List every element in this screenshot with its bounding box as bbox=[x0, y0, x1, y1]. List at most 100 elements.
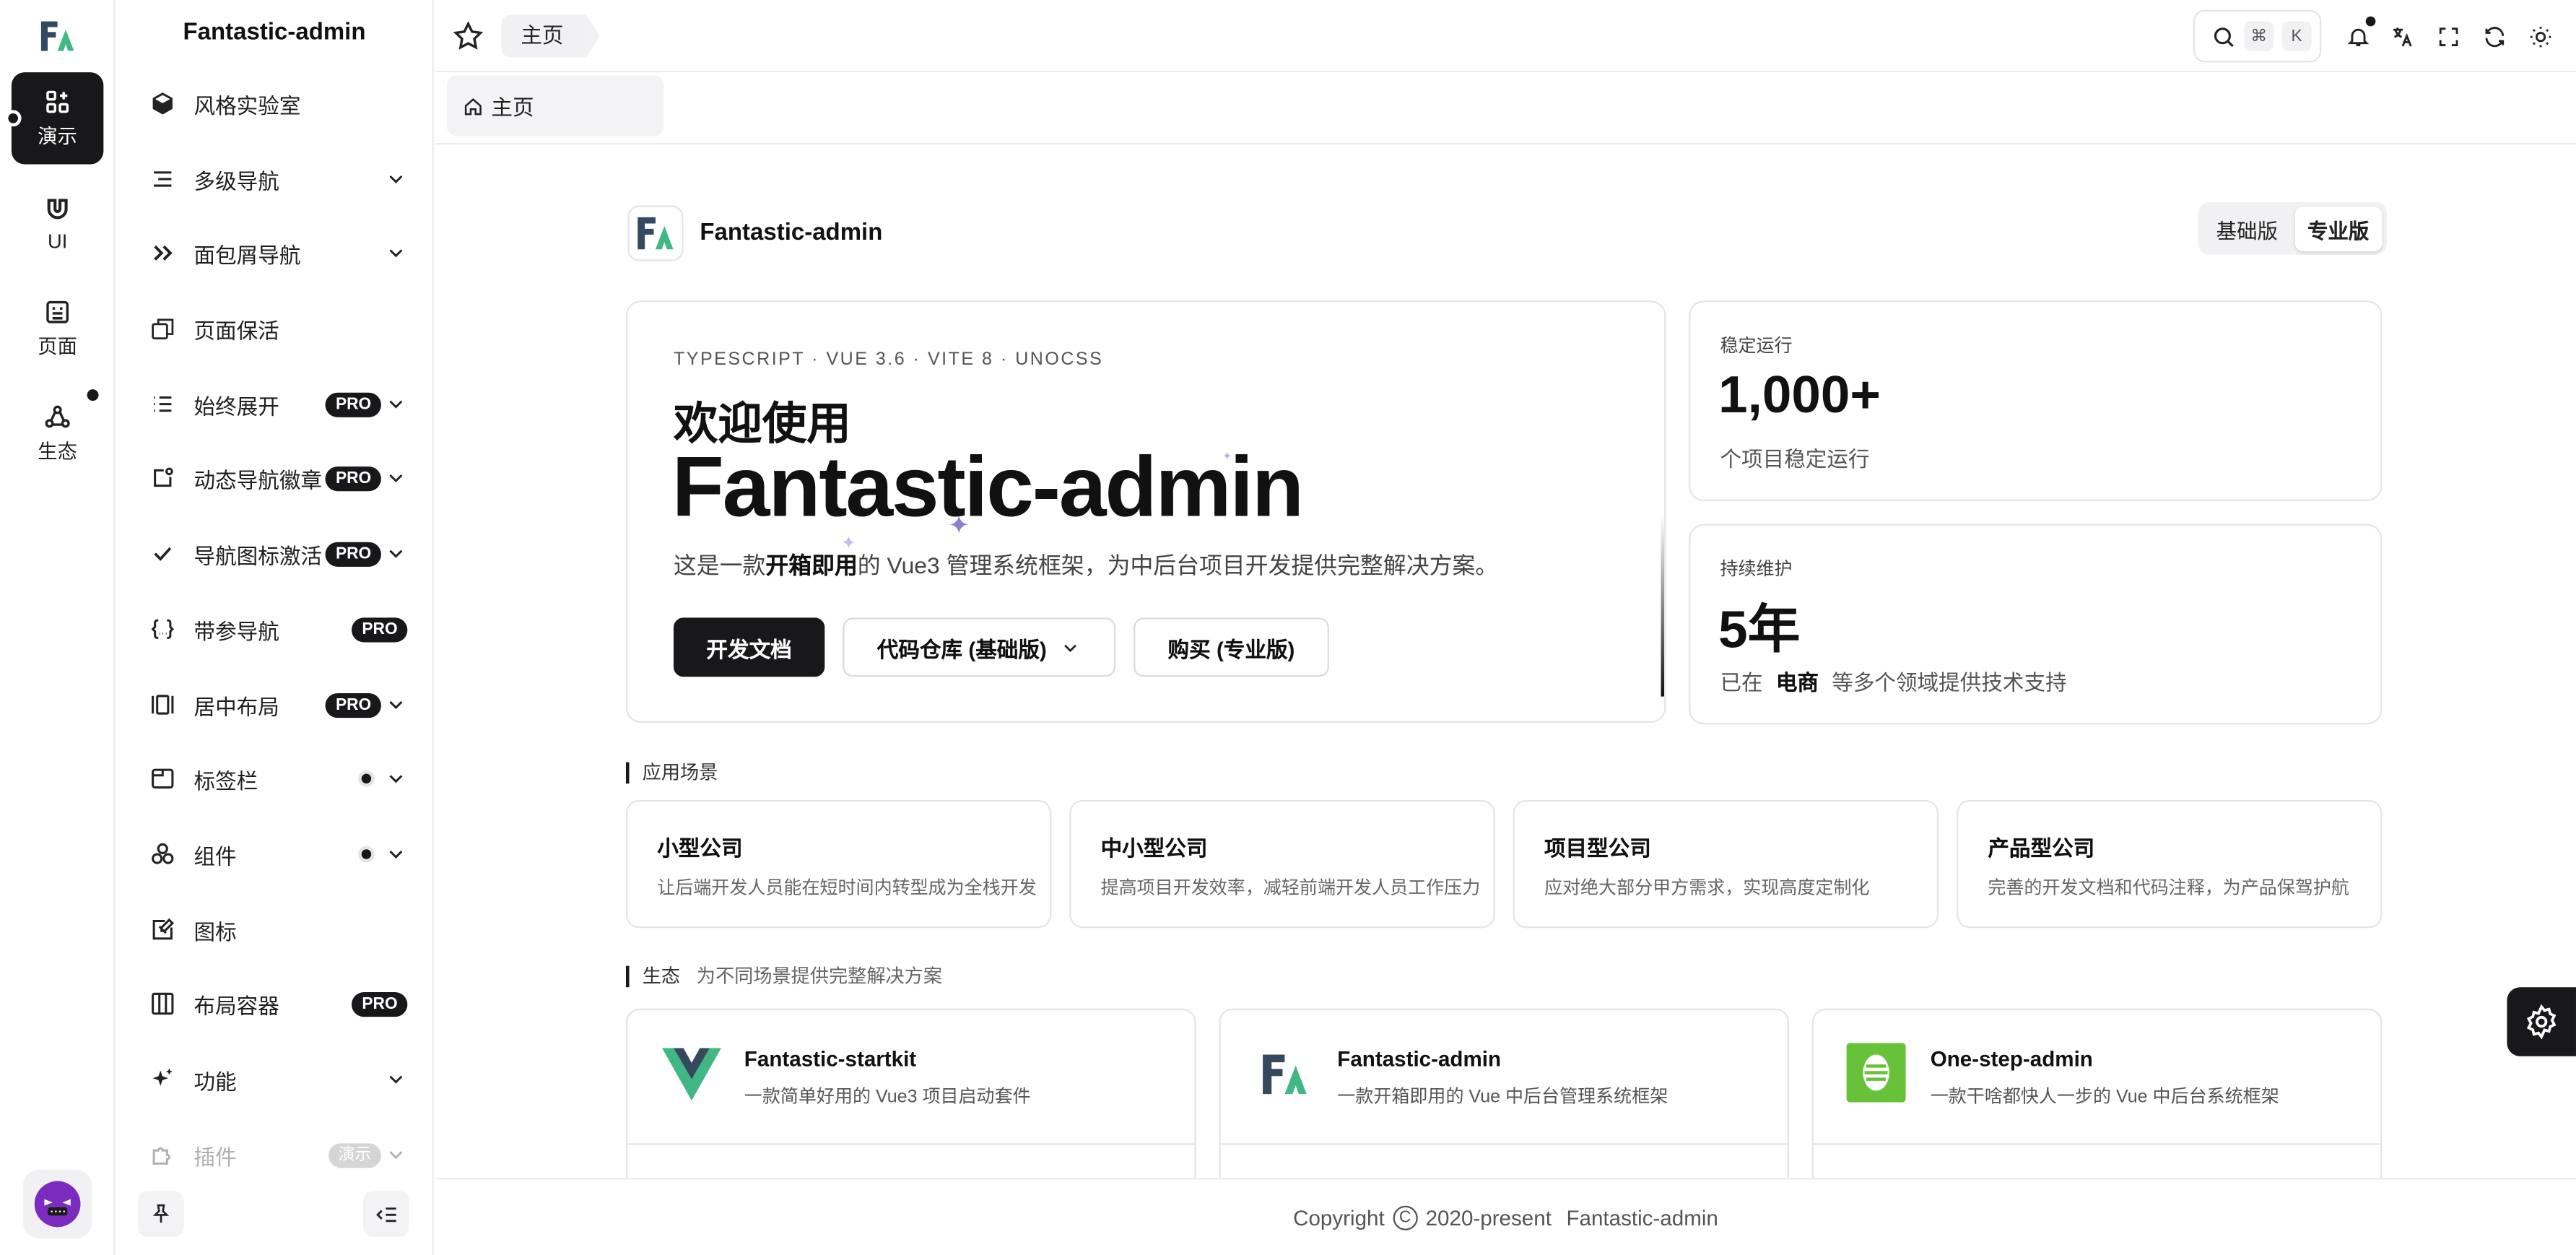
menu-item-features[interactable]: 功能 bbox=[138, 1050, 411, 1109]
menu-item-dynamic-badge[interactable]: 动态导航徽章 PRO bbox=[138, 448, 411, 508]
menu-item-label: 风格实验室 bbox=[193, 92, 301, 118]
notification-button[interactable] bbox=[2343, 16, 2376, 51]
eco-name: Fantastic-startkit bbox=[744, 1046, 917, 1072]
hero-desc-bold: 开箱即用 bbox=[765, 552, 858, 578]
tab-home[interactable]: 主页 bbox=[446, 75, 664, 136]
double-chevron-icon bbox=[154, 245, 173, 261]
section-title-text: 应用场景 bbox=[642, 763, 718, 784]
list-indent-icon bbox=[154, 171, 172, 187]
components-icon bbox=[152, 843, 174, 864]
rail-item-page[interactable]: 页面 bbox=[12, 282, 103, 374]
menu-item-center-layout[interactable]: 居中布局 PRO bbox=[138, 675, 411, 734]
tab-label: 主页 bbox=[491, 95, 534, 121]
favorite-star-icon[interactable] bbox=[452, 19, 485, 52]
settings-button[interactable] bbox=[2507, 987, 2576, 1056]
card-divider bbox=[1220, 1143, 1788, 1145]
scene-desc: 提高项目开发效率，减轻前端开发人员工作压力 bbox=[1100, 879, 1481, 899]
menu-item-tabbar[interactable]: 标签栏 bbox=[138, 749, 411, 808]
menu-item-components[interactable]: 组件 bbox=[138, 825, 411, 884]
menu-item-label: 组件 bbox=[193, 843, 237, 869]
menu-item-label: 布局容器 bbox=[193, 993, 279, 1018]
menu-item-label: 居中布局 bbox=[193, 694, 279, 719]
pro-badge: PRO bbox=[326, 541, 381, 566]
copyright-icon: ©C bbox=[1393, 1204, 1418, 1230]
pin-button[interactable] bbox=[138, 1191, 184, 1237]
rail-item-ui[interactable]: UI bbox=[12, 178, 103, 269]
badge-icon bbox=[154, 467, 173, 487]
menu-item-always-open[interactable]: 始终展开 PRO bbox=[138, 375, 411, 434]
menu-item-label: 功能 bbox=[193, 1068, 237, 1093]
repo-dropdown-button[interactable]: 代码仓库 (基础版) bbox=[843, 617, 1116, 677]
scene-card: 项目型公司 应对绝大部分甲方需求，实现高度定制化 bbox=[1513, 799, 1939, 929]
avatar[interactable] bbox=[22, 1169, 92, 1239]
fullscreen-button[interactable] bbox=[2433, 22, 2463, 51]
hero-card: TYPESCRIPT · VUE 3.6 · VITE 8 · UNOCSS 欢… bbox=[625, 300, 1666, 723]
chevron-down-icon bbox=[389, 550, 403, 558]
check-icon bbox=[154, 547, 172, 561]
eco-card[interactable]: Fantastic-startkit 一款简单好用的 Vue3 项目启动套件 bbox=[625, 1008, 1196, 1178]
collapse-sidebar-button[interactable] bbox=[362, 1191, 409, 1237]
menu-item-keep-alive[interactable]: 页面保活 bbox=[138, 299, 411, 358]
search-button[interactable]: ⌘ K bbox=[2193, 9, 2322, 63]
icon-edit-icon bbox=[152, 918, 175, 940]
eco-desc: 一款简单好用的 Vue3 项目启动套件 bbox=[744, 1087, 1031, 1108]
menu-item-icons[interactable]: 图标 bbox=[138, 900, 411, 960]
theme-toggle-button[interactable] bbox=[2525, 22, 2554, 51]
stat-value: 5年 bbox=[1718, 599, 1801, 659]
menu-item-label: 图标 bbox=[193, 919, 237, 944]
bell-icon bbox=[2346, 27, 2369, 45]
demo-badge: 演示 bbox=[328, 1142, 381, 1168]
ecosystem-icon bbox=[45, 405, 70, 428]
menu-item-layout-container[interactable]: 布局容器 PRO bbox=[138, 974, 411, 1033]
menu-item-label: 页面保活 bbox=[193, 318, 279, 343]
pro-badge: PRO bbox=[326, 391, 381, 417]
fantastic-admin-logo bbox=[1253, 1043, 1315, 1106]
shortcut-key: K bbox=[2281, 21, 2312, 51]
menu-item-label: 多级导航 bbox=[193, 168, 279, 194]
breadcrumb[interactable]: 主页 bbox=[501, 14, 600, 58]
hero-actions: 开发文档 代码仓库 (基础版) 购买 (专业版) bbox=[673, 617, 1329, 677]
rail-item-ecosystem[interactable]: 生态 bbox=[12, 388, 103, 479]
chevron-down-icon bbox=[389, 400, 403, 409]
list-icon bbox=[154, 396, 172, 412]
footer-owner[interactable]: Fantastic-admin bbox=[1566, 1205, 1718, 1230]
sun-icon bbox=[2529, 25, 2551, 47]
edition-pro[interactable]: 专业版 bbox=[2294, 206, 2383, 251]
sub-sidebar: Fantastic-admin 风格实验室 多级导航 面包屑导航 页面保活 始终… bbox=[115, 0, 434, 1255]
hero-desc-suffix: 的 Vue3 管理系统框架，为中后台项目开发提供完整解决方案。 bbox=[857, 552, 1499, 578]
menu-item-param-nav[interactable]: 带参导航 PRO bbox=[138, 599, 411, 659]
menu-item-style-lab[interactable]: 风格实验室 bbox=[138, 74, 411, 133]
chevron-down-icon bbox=[389, 474, 403, 483]
refresh-icon bbox=[2484, 26, 2504, 47]
eco-card[interactable]: One-step-admin 一款干啥都快人一步的 Vue 中后台系统框架 bbox=[1811, 1008, 2383, 1178]
menu-item-label: 面包屑导航 bbox=[193, 242, 301, 267]
edition-basic[interactable]: 基础版 bbox=[2203, 206, 2291, 250]
menu-item-plugins[interactable]: 插件 演示 bbox=[138, 1125, 411, 1184]
top-bar: 主页 ⌘ K bbox=[435, 0, 2576, 73]
language-button[interactable] bbox=[2387, 22, 2416, 51]
eco-card[interactable]: Fantastic-admin 一款开箱即用的 Vue 中后台管理系统框架 bbox=[1219, 1008, 1790, 1178]
menu-item-breadcrumb[interactable]: 面包屑导航 bbox=[138, 223, 411, 282]
translate-icon bbox=[2392, 27, 2411, 46]
docs-button[interactable]: 开发文档 bbox=[673, 617, 825, 677]
scene-name: 中小型公司 bbox=[1100, 835, 1208, 861]
reload-button[interactable] bbox=[2479, 22, 2509, 51]
columns-icon bbox=[152, 992, 174, 1015]
edition-switch[interactable]: 基础版 专业版 bbox=[2198, 201, 2388, 255]
main-sidebar: 演示 UI 页面 生态 bbox=[0, 0, 116, 1255]
stat-card-stable: 稳定运行 1,000+ 个项目稳定运行 bbox=[1689, 300, 2383, 501]
fantastic-admin-logo[interactable] bbox=[38, 17, 77, 56]
footer-years: 2020-present bbox=[1425, 1204, 1552, 1230]
notification-dot bbox=[87, 389, 99, 401]
section-subtitle: 为不同场景提供完整解决方案 bbox=[696, 967, 942, 988]
rail-item-demo[interactable]: 演示 bbox=[11, 72, 104, 165]
buy-button[interactable]: 购买 (专业版) bbox=[1133, 617, 1329, 677]
fantastic-admin-logo bbox=[638, 217, 674, 250]
chevron-down-icon bbox=[389, 1151, 403, 1160]
gear-icon bbox=[2526, 1004, 2557, 1040]
stat-sub-domain: 电商 bbox=[1775, 670, 1819, 695]
rail-item-label: UI bbox=[47, 229, 68, 253]
main-content: Fantastic-admin 基础版 专业版 TYPESCRIPT · VUE… bbox=[435, 146, 2576, 1178]
menu-item-multi-level[interactable]: 多级导航 bbox=[138, 149, 411, 209]
menu-item-icon-active[interactable]: 导航图标激活 PRO bbox=[138, 524, 411, 583]
